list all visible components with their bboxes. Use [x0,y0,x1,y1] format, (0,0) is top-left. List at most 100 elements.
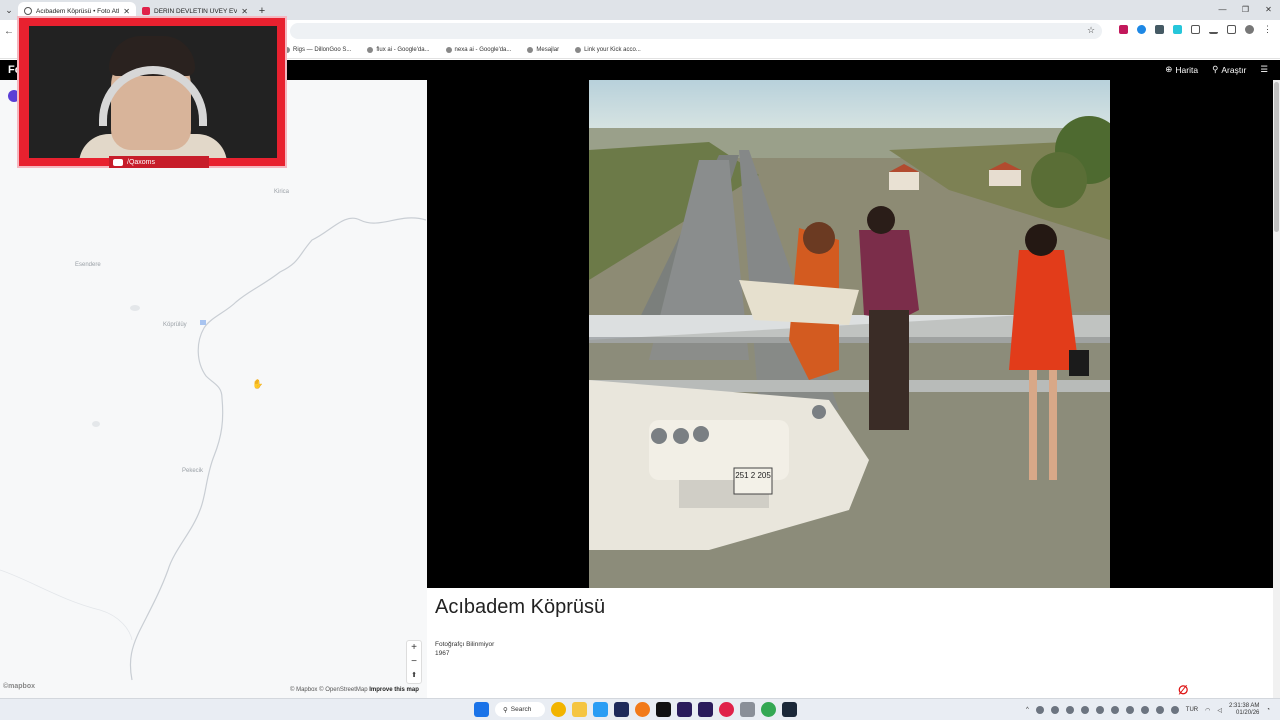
notepad-icon[interactable] [593,702,608,717]
photo-viewer: 251 2 205 [427,80,1273,588]
sidepanel-icon[interactable] [1227,25,1236,34]
bookmark-label: Link your Kick acco... [584,47,641,53]
photo-details: Acıbadem Köprüsü Fotoğrafçı Bilinmiyor 1… [427,588,1273,698]
clock[interactable]: 2:31:38 AM 01/20/26 [1229,703,1259,717]
bookmark-item[interactable]: Link your Kick acco... [575,47,641,53]
notification-bell-icon[interactable]: ◔ [1266,707,1270,713]
tab-title: DERİN DEVLETİN ÜVEY EVLADI [154,7,238,15]
bookmark-label: Rigs — DillonGoo S... [293,47,352,53]
person-walking-icon: ⚲ [1212,64,1219,74]
historic-photo[interactable]: 251 2 205 [589,80,1110,588]
search-icon: ⚲ [503,706,508,714]
bookmark-star-icon[interactable]: ☆ [1087,25,1095,36]
hamburger-menu-icon[interactable]: ☰ [1260,64,1268,75]
blender-icon[interactable] [635,702,650,717]
bookmark-item[interactable]: flux ai - Google'da... [367,47,430,53]
language-indicator[interactable]: TUR [1186,707,1198,713]
map-attribution: © Mapbox © OpenStreetMap Improve this ma… [290,687,419,693]
webcam-overlay: /Qaxoms [17,16,287,168]
extension-icon[interactable] [1137,25,1146,34]
tray-app-icon[interactable] [1140,706,1149,714]
bookmark-label: flux ai - Google'da... [376,47,430,53]
media-player-icon[interactable] [719,702,734,717]
bookmark-item[interactable]: Rigs — DillonGoo S... [284,47,351,53]
google-icon [445,47,452,53]
tray-app-icon[interactable] [1080,706,1089,714]
start-button-icon[interactable] [474,702,489,717]
photographer-label[interactable]: Fotoğrafçı Bilinmiyor [435,641,494,650]
license-plate: 251 2 205 [735,471,771,480]
taskbar-search[interactable]: ⚲ Search [495,702,545,717]
attribution-text: © Mapbox © OpenStreetMap [290,687,368,693]
chrome-active-icon[interactable] [761,702,776,717]
search-label: Search [510,706,532,713]
tray-app-icon[interactable] [1155,706,1164,714]
address-bar[interactable] [290,23,1102,39]
scrollbar-thumb[interactable] [1274,82,1279,232]
taskbar-apps: ⚲ Search [474,702,797,717]
youtube-icon [142,7,150,15]
tab-search-icon[interactable]: ⌄ [0,0,18,20]
tray-app-icon[interactable] [1125,706,1134,714]
back-arrow-icon[interactable]: ← [0,26,18,37]
photoshop-icon[interactable] [614,702,629,717]
bookmark-item[interactable]: nexa ai - Google'da... [445,47,512,53]
youtube-icon [113,158,123,166]
tray-app-icon[interactable] [1095,706,1104,714]
nav-explore-link[interactable]: ⚲ Araştır [1212,64,1246,75]
place-label: Esendere [75,262,101,268]
bookmark-label: nexa ai - Google'da... [454,47,512,53]
after-effects-icon[interactable] [698,702,713,717]
tray-app-icon[interactable] [1035,706,1044,714]
premiere-icon[interactable] [677,702,692,717]
steam-icon[interactable] [782,702,797,717]
nav-map-label: Harita [1175,64,1199,75]
tray-app-icon[interactable] [1110,706,1119,714]
bookmark-label: Mesajlar [536,47,560,53]
place-label: Köprülüy [163,322,187,328]
zoom-out-button[interactable]: − [407,655,421,669]
webcam-feed [29,26,277,158]
brand-logo-icon: ∅ [1178,683,1189,697]
kick-icon [575,47,582,53]
puzzle-icon[interactable] [1191,25,1200,34]
mapbox-logo[interactable]: ©mapbox [3,683,35,690]
file-explorer-icon[interactable] [572,702,587,717]
volume-icon[interactable]: ◁ [1217,707,1222,714]
wifi-icon[interactable]: ◠ [1205,707,1210,714]
bookmark-item[interactable]: Mesajlar [527,47,559,53]
channel-tag: /Qaxoms [109,156,209,168]
system-tray: ^ TUR ◠ ◁ 2:31:38 AM 01/20/26 ◔ [1026,703,1270,717]
minimize-button[interactable]: — [1211,0,1234,20]
compass-button[interactable]: ⬆ [407,669,421,683]
profile-avatar[interactable] [1245,25,1254,34]
settings-icon[interactable] [740,702,755,717]
close-icon[interactable]: ✕ [123,7,130,16]
close-icon[interactable]: ✕ [241,7,248,16]
tray-app-icon[interactable] [1050,706,1059,714]
unreal-icon[interactable] [656,702,671,717]
map-panel[interactable]: Kirica Esendere Köprülüy Pekecik ✋ + − ⬆… [0,80,427,698]
hand-cursor-icon: ✋ [252,379,264,389]
amazon-icon [527,47,534,53]
improve-map-link[interactable]: Improve this map [369,687,419,693]
photo-year[interactable]: 1967 [435,650,494,659]
scrollbar[interactable] [1273,80,1280,698]
channel-name: /Qaxoms [127,158,156,166]
chevron-up-icon[interactable]: ^ [1026,707,1029,713]
extension-icon[interactable] [1155,25,1164,34]
restore-button[interactable]: ❐ [1234,0,1257,20]
map-canvas [0,217,427,681]
zoom-in-button[interactable]: + [407,641,421,655]
kebab-menu-icon[interactable]: ⋮ [1263,24,1272,35]
chrome-icon[interactable] [551,702,566,717]
close-window-button[interactable]: ✕ [1257,0,1280,20]
tray-app-icon[interactable] [1170,706,1179,714]
tray-app-icon[interactable] [1065,706,1074,714]
extension-icon[interactable] [1173,25,1182,34]
photo-title: Acıbadem Köprüsü [435,596,606,618]
clock-date: 01/20/26 [1236,710,1260,716]
download-icon[interactable] [1209,25,1218,34]
extension-icon[interactable] [1119,25,1128,34]
nav-map-link[interactable]: ⊕ Harita [1165,64,1198,75]
